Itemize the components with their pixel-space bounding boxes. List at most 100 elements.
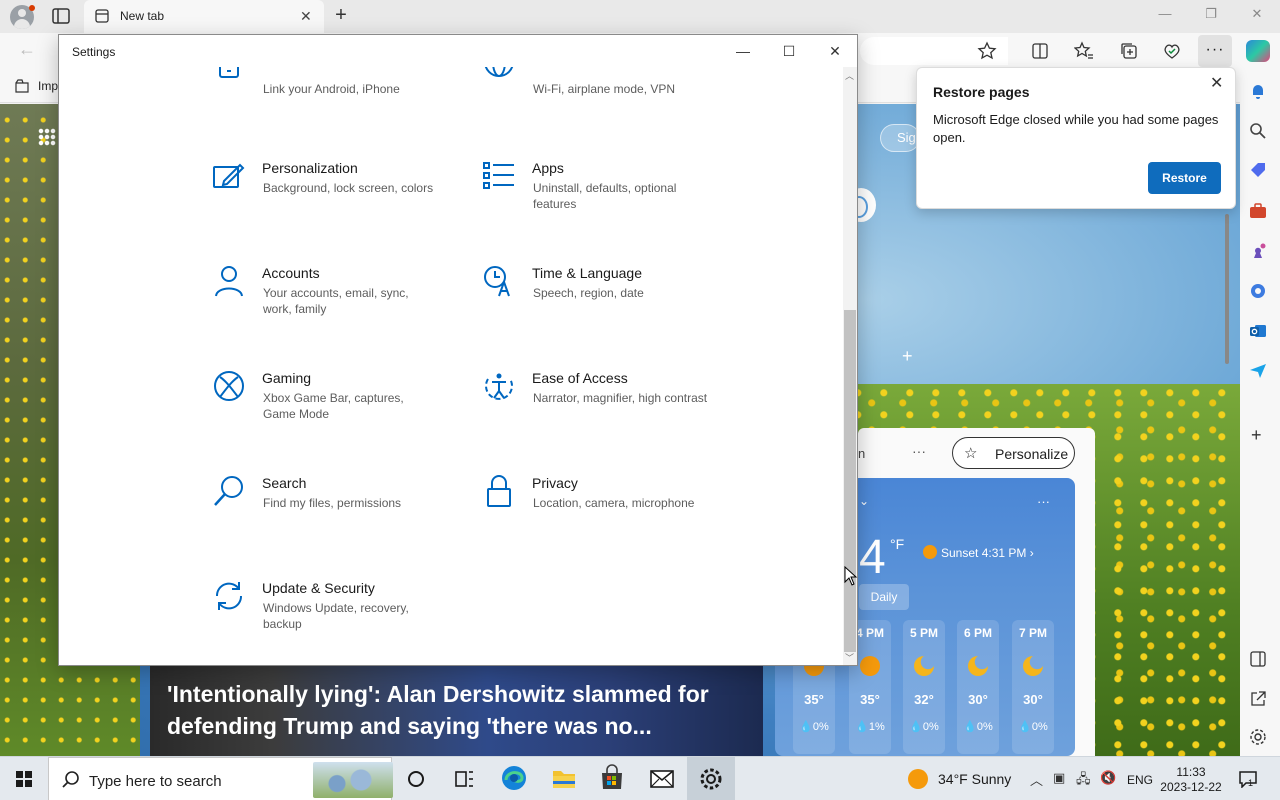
page-scrollbar[interactable] — [1222, 204, 1232, 744]
settings-tile-personalization[interactable]: Personalization Background, lock screen,… — [212, 159, 472, 239]
settings-and-more-button[interactable]: ··· — [1198, 35, 1232, 67]
settings-title-bar[interactable]: Settings — ☐ ✕ — [59, 35, 857, 67]
games-icon[interactable] — [1248, 241, 1268, 261]
split-screen-icon[interactable] — [1030, 41, 1050, 61]
sidebar-settings-gear-icon[interactable] — [1248, 727, 1268, 747]
settings-tile-update-security[interactable]: Update & Security Windows Update, recove… — [212, 579, 472, 659]
hourly-forecast-item: 7 PM 30° 💧0% — [1012, 620, 1054, 754]
settings-minimize-icon[interactable]: — — [723, 39, 763, 63]
tab-new-tab[interactable]: New tab ✕ — [84, 0, 324, 33]
profile-notification-dot — [29, 5, 35, 11]
bell-icon[interactable] — [1248, 81, 1268, 101]
close-tab-icon[interactable]: ✕ — [300, 8, 312, 25]
sun-icon — [860, 656, 880, 676]
browser-restore-icon[interactable]: ❐ — [1196, 6, 1226, 26]
back-arrow-icon[interactable]: ← — [18, 39, 36, 60]
cortana-icon[interactable] — [392, 757, 440, 800]
copilot-icon[interactable] — [1246, 40, 1270, 62]
mail-icon[interactable] — [638, 757, 686, 800]
settings-tile-description: Location, camera, microphone — [533, 496, 695, 510]
location-chevron-down-icon[interactable]: ⌄ — [859, 494, 869, 508]
daily-toggle[interactable]: Daily — [859, 584, 909, 610]
browser-tab-bar: New tab ✕ + — ❐ ✕ — [0, 0, 1280, 33]
restore-button[interactable]: Restore — [1148, 162, 1221, 194]
scroll-up-arrow-icon[interactable]: ︿ — [845, 69, 854, 82]
input-language[interactable]: ENG — [1127, 773, 1153, 787]
settings-tile-time-language[interactable]: Time & Language Speech, region, date — [482, 264, 742, 344]
drop-send-icon[interactable] — [1248, 361, 1268, 381]
file-explorer-icon[interactable] — [540, 757, 588, 800]
outlook-icon[interactable] — [1248, 321, 1268, 341]
scroll-down-arrow-icon[interactable]: ﹀ — [845, 651, 854, 664]
import-favorites-link[interactable]: Imp — [14, 78, 58, 97]
action-center-notification-icon[interactable]: 1 — [1238, 770, 1258, 789]
network-icon[interactable]: 🖧 — [1076, 770, 1091, 792]
settings-tile-apps[interactable]: Apps Uninstall, defaults, optional featu… — [482, 159, 742, 239]
weather-more-icon[interactable]: ··· — [1037, 494, 1050, 509]
new-tab-button[interactable]: + — [330, 3, 352, 27]
open-external-icon[interactable] — [1248, 689, 1268, 709]
settings-tile-description: Xbox Game Bar, captures, Game Mode — [263, 391, 404, 421]
settings-tile-network[interactable]: Wi-Fi, airplane mode, VPN — [482, 67, 742, 125]
apps-launcher-icon[interactable] — [38, 128, 56, 146]
settings-tile-ease-of-access[interactable]: Ease of Access Narrator, magnifier, high… — [482, 369, 742, 449]
settings-tile-gaming[interactable]: Gaming Xbox Game Bar, captures, Game Mod… — [212, 369, 472, 449]
personalize-label: Personalize — [995, 446, 1069, 462]
microsoft-365-icon[interactable] — [1248, 281, 1268, 301]
settings-tile-privacy[interactable]: Privacy Location, camera, microphone — [482, 474, 742, 554]
browser-essentials-icon[interactable] — [1162, 41, 1182, 61]
settings-tile-description: Your accounts, email, sync, work, family — [263, 286, 409, 316]
show-hidden-icons-chevron-up-icon[interactable]: ︿ — [1030, 770, 1043, 789]
settings-tile-search[interactable]: Search Find my files, permissions — [212, 474, 472, 554]
settings-tile-name: Privacy — [532, 475, 578, 491]
tray-sun-icon — [908, 769, 928, 789]
edge-taskbar-icon[interactable] — [490, 757, 538, 800]
microsoft-store-icon[interactable] — [588, 757, 636, 800]
news-headline[interactable]: 'Intentionally lying': Alan Dershowitz s… — [167, 678, 747, 742]
windows-start-icon[interactable] — [0, 757, 48, 800]
settings-tile-description: Link your Android, iPhone — [263, 82, 400, 96]
add-quick-link-icon[interactable]: + — [902, 346, 913, 367]
shopping-tag-icon[interactable] — [1248, 161, 1268, 181]
search-highlight-image — [313, 762, 393, 798]
favorites-icon[interactable] — [1074, 41, 1094, 61]
feed-tab-partial[interactable]: n — [858, 446, 865, 461]
taskbar-search-placeholder: Type here to search — [89, 773, 222, 790]
settings-tile-phone[interactable]: Link your Android, iPhone — [212, 67, 472, 125]
news-card[interactable]: 'Intentionally lying': Alan Dershowitz s… — [150, 662, 763, 756]
settings-taskbar-gear-icon[interactable] — [687, 757, 735, 800]
close-popup-icon[interactable]: ✕ — [1210, 73, 1223, 93]
settings-tile-description: Background, lock screen, colors — [263, 181, 434, 195]
sunset-time: Sunset 4:31 PM › — [923, 545, 1034, 560]
tools-icon[interactable] — [1248, 201, 1268, 221]
settings-window: Settings — ☐ ✕ Link your Android, iPhone… — [58, 34, 858, 666]
taskbar-clock[interactable]: 11:33 2023-12-22 — [1160, 765, 1222, 795]
favorite-star-icon[interactable] — [977, 41, 997, 61]
settings-maximize-icon[interactable]: ☐ — [769, 39, 809, 63]
meet-now-icon[interactable]: ▣ — [1053, 770, 1065, 786]
phone-icon — [219, 67, 239, 78]
settings-close-icon[interactable]: ✕ — [815, 39, 855, 63]
browser-close-icon[interactable]: ✕ — [1242, 6, 1272, 26]
settings-tile-name: Gaming — [262, 370, 312, 386]
add-sidebar-app-icon[interactable]: + — [1251, 425, 1271, 445]
clock-date: 2023-12-22 — [1160, 780, 1222, 794]
collections-icon[interactable] — [1119, 41, 1139, 61]
sidebar-panel-icon[interactable] — [1248, 649, 1268, 669]
volume-muted-icon[interactable]: 🔇 — [1100, 770, 1116, 786]
sync-icon — [215, 582, 243, 610]
task-view-icon[interactable] — [440, 757, 488, 800]
feed-more-icon[interactable]: ··· — [912, 443, 926, 459]
settings-tile-name: Ease of Access — [532, 370, 628, 386]
taskbar-search-box[interactable]: Type here to search — [48, 757, 393, 800]
settings-tile-description: Uninstall, defaults, optional features — [533, 181, 677, 211]
settings-scrollbar-thumb[interactable] — [844, 310, 856, 652]
personalize-button[interactable]: ☆ Personalize — [952, 437, 1075, 469]
import-icon — [15, 79, 29, 93]
settings-tile-name: Update & Security — [262, 580, 375, 596]
settings-tile-accounts[interactable]: Accounts Your accounts, email, sync, wor… — [212, 264, 472, 344]
tab-actions-icon[interactable] — [50, 6, 72, 26]
search-sidebar-icon[interactable] — [1248, 121, 1268, 141]
browser-minimize-icon[interactable]: — — [1150, 6, 1180, 26]
sign-in-button[interactable]: Sig — [880, 124, 920, 152]
